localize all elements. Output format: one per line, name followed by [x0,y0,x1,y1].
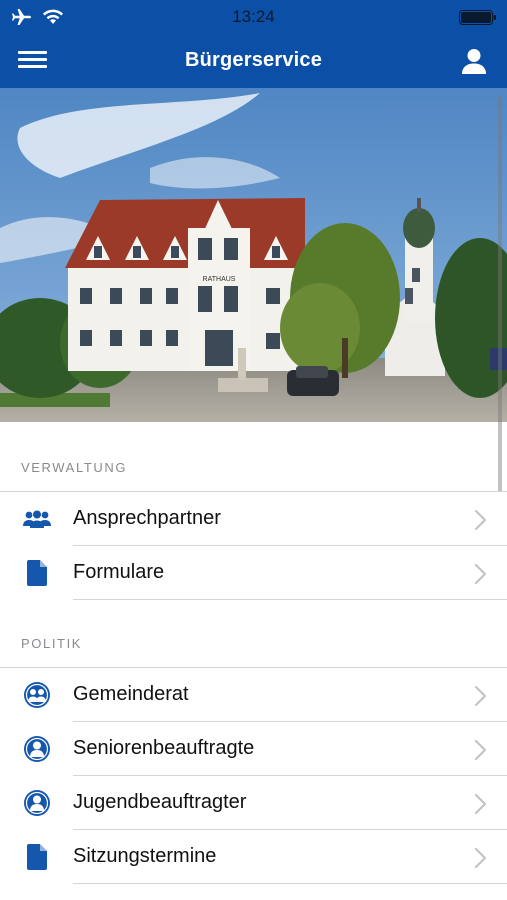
list-item-jugendbeauftragter[interactable]: Jugendbeauftragter [0,776,507,830]
scroll-indicator[interactable] [498,95,502,505]
list-item-sitzungstermine[interactable]: Sitzungstermine [0,830,507,884]
separator [73,883,507,884]
list-item-label: Formulare [73,561,165,583]
nav-bar: Bürgerservice [0,34,507,88]
people-circle-icon [22,681,52,709]
chevron-right-icon [474,563,487,585]
chevron-right-icon [474,739,487,761]
list-item-label: Seniorenbeauftragte [73,737,255,759]
status-time: 13:24 [232,7,275,26]
rathaus-sign: RATHAUS [203,276,236,283]
list-item-label: Ansprechpartner [73,507,221,529]
list-item-formulare[interactable]: Formulare [0,546,507,600]
people-group-icon [22,505,52,533]
chevron-right-icon [474,509,487,531]
document-icon [22,559,52,587]
town-hall-illustration: RATHAUS [0,88,507,422]
list-item-gemeinderat[interactable]: Gemeinderat [0,668,507,722]
person-circle-icon [22,735,52,763]
list-item-label: Jugendbeauftragter [73,791,247,813]
section-header-verwaltung: VERWALTUNG [21,460,128,475]
hero-image-town-hall: RATHAUS [0,88,507,422]
user-profile-icon[interactable] [459,47,489,75]
chevron-right-icon [474,685,487,707]
battery-icon [459,10,496,25]
status-bar: 13:24 [0,0,507,34]
person-circle-icon [22,789,52,817]
chevron-right-icon [474,793,487,815]
separator [73,599,507,600]
list-item-label: Sitzungstermine [73,845,217,867]
chevron-right-icon [474,847,487,869]
section-header-politik: POLITIK [21,636,83,651]
page-title: Bürgerservice [184,49,323,71]
list-item-seniorenbeauftragte[interactable]: Seniorenbeauftragte [0,722,507,776]
list-item-label: Gemeinderat [73,683,189,705]
document-icon [22,843,52,871]
list-item-ansprechpartner[interactable]: Ansprechpartner [0,492,507,546]
